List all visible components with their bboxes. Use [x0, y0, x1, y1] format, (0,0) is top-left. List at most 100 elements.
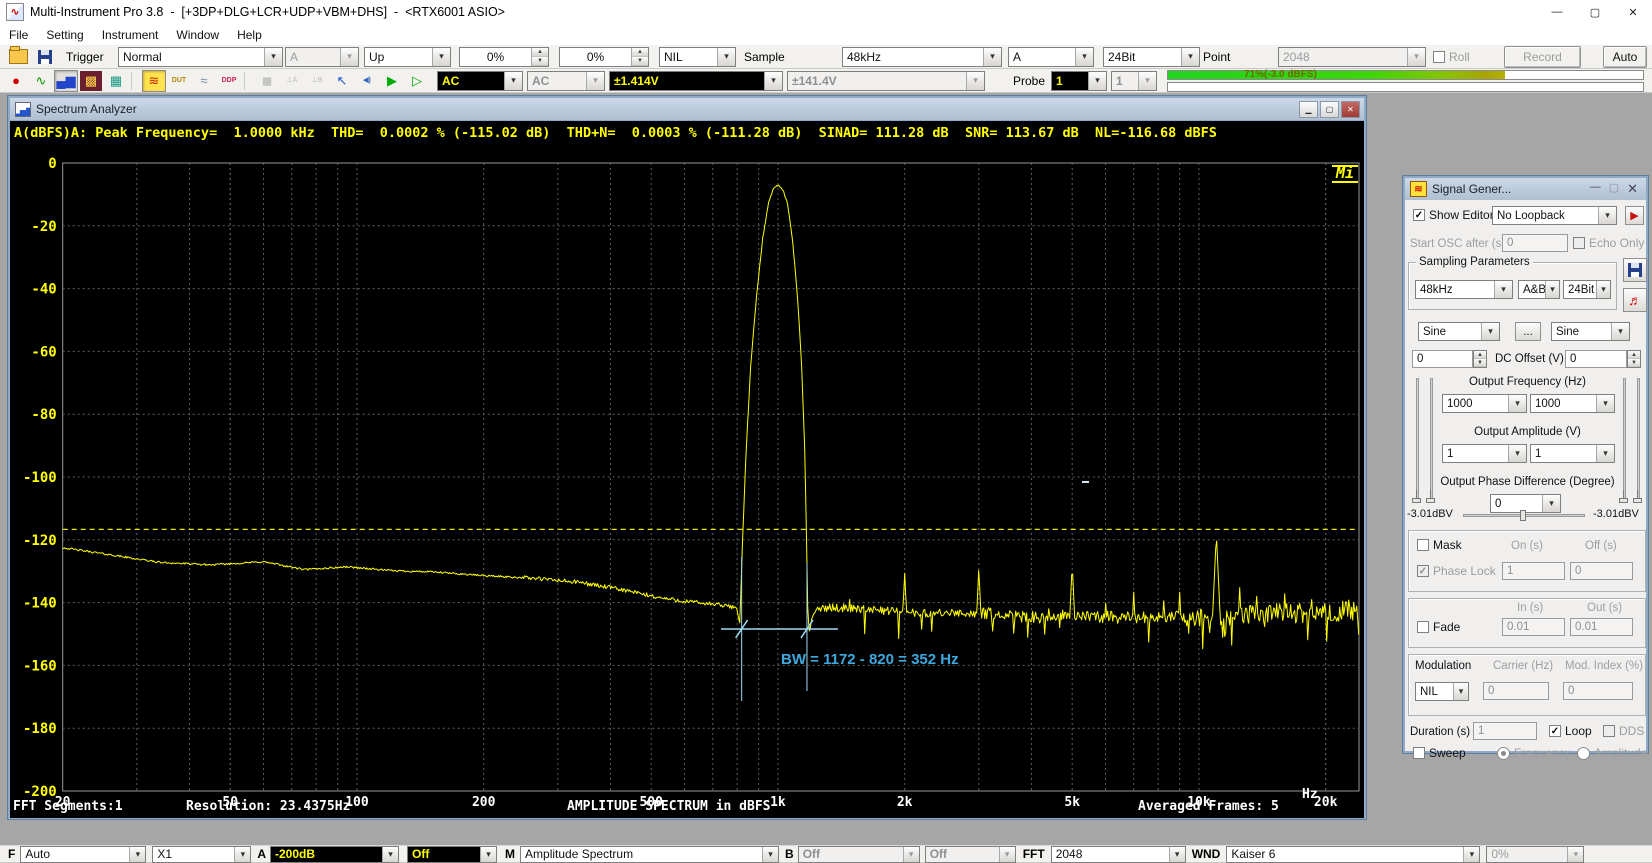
run-continuous-icon[interactable]: ▷: [405, 70, 429, 92]
child-maximize-button[interactable]: ▢: [1320, 101, 1339, 118]
trigger-delay-spinner[interactable]: 0%▲▼: [559, 47, 649, 67]
spin-up-icon[interactable]: ▲: [632, 48, 648, 57]
overlap-select[interactable]: 0%▾: [1486, 846, 1584, 863]
mask-on-input[interactable]: 1: [1502, 562, 1565, 580]
label-a-icon[interactable]: ⊥A: [280, 70, 304, 92]
balance-slider-handle[interactable]: [1520, 510, 1526, 521]
gen-save-button[interactable]: [1623, 258, 1647, 282]
processing-a-select[interactable]: Off▾: [407, 846, 497, 863]
menu-item-help[interactable]: Help: [228, 28, 271, 42]
spin-down-icon[interactable]: ▼: [532, 57, 548, 66]
derived-data-point-icon[interactable]: ≈: [192, 70, 216, 92]
spectrum-plot[interactable]: 0-20-40-60-80-100-120-140-160-180-200205…: [10, 145, 1364, 818]
probe-b-select[interactable]: 1▾: [1111, 71, 1157, 91]
spectrum-analyzer-icon[interactable]: ▄▆: [54, 70, 78, 92]
gen-bits-select[interactable]: 24Bit▾: [1563, 280, 1611, 299]
point-count-select[interactable]: 2048▾: [1278, 47, 1426, 67]
generator-start-button[interactable]: ▶: [1625, 206, 1644, 225]
hot-panel-icon[interactable]: ◼: [255, 70, 279, 92]
record-button[interactable]: Record: [1504, 46, 1581, 68]
sweep-checkbox[interactable]: Sweep: [1413, 746, 1466, 760]
trigger-edge-select[interactable]: Up▾: [364, 47, 451, 67]
sample-channel-select[interactable]: A▾: [1008, 47, 1094, 67]
trigger-hpf-select[interactable]: NIL▾: [659, 47, 736, 67]
mask-checkbox[interactable]: Mask: [1417, 538, 1462, 552]
maximize-button[interactable]: ▢: [1576, 0, 1614, 24]
dc-offset-b-input[interactable]: 0: [1565, 350, 1627, 368]
minimize-button[interactable]: —: [1538, 0, 1576, 24]
waveform-more-button[interactable]: ...: [1515, 322, 1541, 341]
loop-checkbox[interactable]: Loop: [1549, 724, 1592, 738]
frequency-b-select[interactable]: 1000▾: [1530, 394, 1615, 413]
amplitude-a-select[interactable]: 1▾: [1442, 444, 1527, 463]
level-slider-handle[interactable]: [1633, 498, 1642, 503]
spectrum-window-titlebar[interactable]: ▂▅▇ Spectrum Analyzer ▁ ▢ ✕: [10, 98, 1364, 121]
echo-only-checkbox[interactable]: Echo Only: [1573, 236, 1644, 250]
menu-item-setting[interactable]: Setting: [37, 28, 92, 42]
mask-off-input[interactable]: 0: [1570, 562, 1633, 580]
spin-up-icon[interactable]: ▲: [1628, 351, 1640, 359]
sample-bits-select[interactable]: 24Bit▾: [1103, 47, 1200, 67]
modulation-select[interactable]: NIL▾: [1415, 682, 1469, 701]
sweep-frequency-radio[interactable]: Frequency: [1497, 746, 1571, 760]
fade-out-input[interactable]: 0.01: [1570, 618, 1633, 636]
close-button[interactable]: ✕: [1614, 0, 1652, 24]
run-icon[interactable]: ▶: [380, 70, 404, 92]
coupling-b-select[interactable]: AC▾: [527, 71, 605, 91]
fade-in-input[interactable]: 0.01: [1502, 618, 1565, 636]
spin-up-icon[interactable]: ▲: [532, 48, 548, 57]
zoom-select[interactable]: X1▾: [152, 846, 251, 863]
child-minimize-button[interactable]: ▁: [1299, 101, 1318, 118]
signal-generator-icon[interactable]: ≋: [142, 70, 166, 92]
gen-sample-rate-select[interactable]: 48kHz▾: [1415, 280, 1513, 299]
panel-close-button[interactable]: ✕: [1627, 181, 1638, 197]
show-editor-checkbox[interactable]: Show Editor: [1413, 208, 1494, 222]
range-a-select[interactable]: ±1.414V▾: [609, 71, 783, 91]
roll-checkbox[interactable]: Roll: [1433, 50, 1470, 64]
spin-down-icon[interactable]: ▼: [1628, 359, 1640, 367]
spin-up-icon[interactable]: ▲: [1474, 351, 1486, 359]
menu-item-file[interactable]: File: [0, 28, 37, 42]
range-b-select[interactable]: ±141.4V▾: [787, 71, 985, 91]
spin-down-icon[interactable]: ▼: [1474, 359, 1486, 367]
spin-down-icon[interactable]: ▼: [632, 57, 648, 66]
dds-checkbox[interactable]: DDS: [1603, 724, 1644, 738]
level-slider-handle[interactable]: [1412, 498, 1421, 503]
start-osc-input[interactable]: 0: [1502, 234, 1568, 252]
oscilloscope-icon[interactable]: ∿: [29, 70, 53, 92]
open-file-button[interactable]: [6, 46, 30, 68]
sample-rate-select[interactable]: 48kHz▾: [842, 47, 1002, 67]
processing-b-select[interactable]: Off▾: [925, 846, 1016, 863]
y-range-b-select[interactable]: Off▾: [798, 846, 920, 863]
spectrum-3d-plot-icon[interactable]: ▦: [104, 70, 128, 92]
menu-item-window[interactable]: Window: [167, 28, 228, 42]
fade-checkbox[interactable]: Fade: [1417, 620, 1460, 634]
auto-button[interactable]: Auto: [1603, 46, 1647, 68]
device-test-plan-icon[interactable]: DUT: [167, 70, 191, 92]
fft-size-select[interactable]: 2048▾: [1051, 846, 1186, 863]
coupling-a-select[interactable]: AC▾: [437, 71, 523, 91]
sweep-amplitude-radio[interactable]: Amplitude: [1577, 746, 1647, 760]
y-range-a-select[interactable]: -200dB▾: [270, 846, 399, 863]
waveform-a-select[interactable]: Sine▾: [1418, 322, 1500, 341]
panel-maximize-button[interactable]: ▢: [1609, 181, 1619, 197]
save-file-button[interactable]: [33, 46, 57, 68]
trigger-mode-select[interactable]: Normal▾: [118, 47, 283, 67]
waveform-b-select[interactable]: Sine▾: [1551, 322, 1630, 341]
frequency-a-select[interactable]: 1000▾: [1442, 394, 1527, 413]
phase-lock-checkbox[interactable]: Phase Lock: [1417, 564, 1496, 578]
dc-offset-b-spinner[interactable]: ▲▼: [1627, 350, 1641, 368]
freq-axis-select[interactable]: Auto▾: [20, 846, 146, 863]
label-b-icon[interactable]: ⊥B: [305, 70, 329, 92]
signal-generator-titlebar[interactable]: ≋ Signal Gener... — ▢ ✕: [1405, 178, 1646, 200]
sound-output-icon[interactable]: ◀): [355, 70, 379, 92]
duration-input[interactable]: 1: [1473, 722, 1537, 740]
carrier-input[interactable]: 0: [1483, 682, 1549, 700]
mod-index-input[interactable]: 0: [1563, 682, 1633, 700]
dc-offset-a-spinner[interactable]: ▲▼: [1473, 350, 1487, 368]
loopback-select[interactable]: No Loopback▾: [1492, 206, 1617, 225]
trigger-level-spinner[interactable]: 0%▲▼: [459, 47, 549, 67]
display-mode-select[interactable]: Amplitude Spectrum▾: [520, 846, 779, 863]
trigger-source-select[interactable]: A▾: [285, 47, 359, 67]
window-function-select[interactable]: Kaiser 6▾: [1226, 846, 1480, 863]
